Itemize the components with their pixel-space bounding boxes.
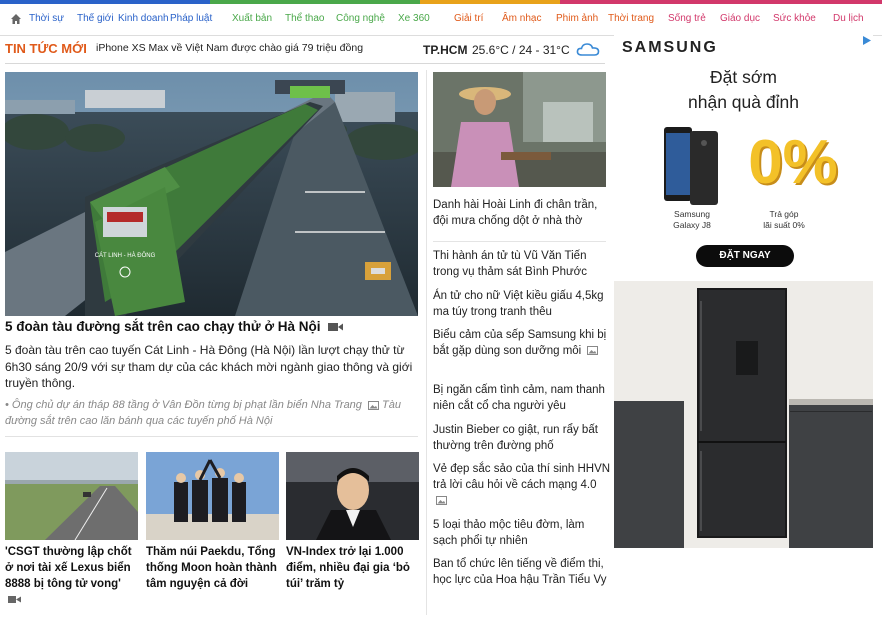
samsung-advertisement[interactable]: SAMSUNG Đặt sớm nhận quà đỉnh Samsung Ga…: [614, 33, 873, 548]
ad-offer-big: 0%: [748, 128, 838, 197]
train-photo: CÁT LINH - HÀ ĐÔNG: [5, 72, 418, 316]
ad-offer-label-2: lãi suất 0%: [763, 220, 805, 230]
news-ticker-bar: TIN TỨC MỚI iPhone XS Max về Việt Nam đư…: [0, 36, 608, 64]
ticker-divider: [5, 63, 605, 64]
main-story-title[interactable]: 5 đoàn tàu đường sắt trên cao chạy thử ở…: [5, 319, 418, 334]
column-separator: [426, 70, 427, 615]
sub-story-1-title[interactable]: 'CSGT thường lập chốt ở nơi tài xế Lexus…: [5, 546, 132, 590]
adchoices-icon[interactable]: [861, 35, 872, 46]
side-list-item-7[interactable]: 5 loại thảo mộc tiêu đờm, làm sạch phổi …: [433, 517, 611, 549]
nav-item-the-gioi[interactable]: Thế giới: [77, 13, 114, 24]
sub-story-2-title[interactable]: Thăm núi Paekdu, Tổng thống Moon hoàn th…: [146, 544, 279, 592]
nav-item-phim-anh[interactable]: Phim ảnh: [556, 13, 598, 24]
sub-story-1-image[interactable]: [5, 452, 138, 540]
fridge-kitchen-image: [614, 281, 873, 548]
weather-temperature: 25.6°C / 24 - 31°C: [472, 43, 570, 57]
ad-installment-label: Trả góp lãi suất 0%: [754, 209, 814, 231]
category-color-bar: [0, 0, 882, 4]
ad-offer-graphic: 0%: [748, 121, 838, 205]
hero-separator: [5, 436, 418, 437]
side-list-item-3-text[interactable]: Biểu cảm của sếp Samsung khi bị bắt gặp …: [433, 329, 606, 357]
ticker-headline-link[interactable]: iPhone XS Max về Việt Nam được chào giá …: [96, 42, 363, 54]
photo-icon: [587, 346, 599, 356]
nav-item-xuat-ban[interactable]: Xuất bản: [232, 13, 272, 24]
side-list-item-6[interactable]: Vẻ đẹp sắc sảo của thí sinh HHVN trả lời…: [433, 461, 611, 509]
nav-item-giai-tri[interactable]: Giải trí: [454, 13, 483, 24]
nav-item-thoi-trang[interactable]: Thời trang: [608, 13, 654, 24]
nav-item-cong-nghe[interactable]: Công nghệ: [336, 13, 385, 24]
video-camera-icon: [328, 323, 344, 332]
main-story-related-links: • Ông chủ dự án tháp 88 tầng ở Vân Đồn t…: [5, 398, 417, 429]
sub-story-2[interactable]: Thăm núi Paekdu, Tổng thống Moon hoàn th…: [146, 452, 279, 592]
sub-story-2-image[interactable]: [146, 452, 279, 540]
related-link-1[interactable]: • Ông chủ dự án tháp 88 tầng ở Vân Đồn t…: [5, 399, 362, 411]
nav-item-kinh-doanh[interactable]: Kinh doanh: [118, 13, 169, 24]
video-camera-icon: [8, 596, 21, 604]
nav-item-phap-luat[interactable]: Pháp luật: [170, 13, 212, 24]
nav-item-xe-360[interactable]: Xe 360: [398, 13, 430, 24]
ad-offer-label-1: Trả góp: [769, 209, 799, 219]
leaders-photo: [146, 452, 279, 540]
weather-city[interactable]: TP.HCM: [423, 43, 467, 57]
train-sign-text: CÁT LINH - HÀ ĐÔNG: [95, 252, 156, 259]
main-story-title-text[interactable]: 5 đoàn tàu đường sắt trên cao chạy thử ở…: [5, 319, 321, 334]
nav-item-the-thao[interactable]: Thể thao: [285, 13, 324, 24]
side-list-item-2[interactable]: Án tử cho nữ Việt kiều giấu 4,5kg ma túy…: [433, 288, 611, 320]
latest-news-label: TIN TỨC MỚI: [5, 41, 87, 56]
top-navigation: Thời sự Thế giới Kinh doanh Pháp luật Xu…: [0, 0, 882, 36]
side-list-item-6-text[interactable]: Vẻ đẹp sắc sảo của thí sinh HHVN trả lời…: [433, 463, 610, 491]
nav-item-suc-khoe[interactable]: Sức khỏe: [773, 13, 816, 24]
ad-headline-2: nhận quà đỉnh: [688, 92, 799, 112]
main-story-image[interactable]: CÁT LINH - HÀ ĐÔNG: [5, 72, 418, 316]
nav-item-am-nhac[interactable]: Âm nhạc: [502, 13, 541, 24]
comedian-photo: [433, 72, 606, 187]
sub-story-3-image[interactable]: [286, 452, 419, 540]
sub-story-3-title[interactable]: VN-Index trở lại 1.000 điểm, nhiều đại g…: [286, 544, 419, 592]
ad-order-now-button[interactable]: ĐẶT NGAY: [696, 245, 794, 267]
side-story-image[interactable]: [433, 72, 606, 187]
ad-phone-label-1: Samsung: [674, 209, 710, 219]
side-list-item-8[interactable]: Ban tổ chức lên tiếng về điểm thi, học l…: [433, 556, 611, 588]
ad-phone-label-2: Galaxy J8: [673, 220, 711, 230]
road-photo: [5, 452, 138, 540]
sub-story-3[interactable]: VN-Index trở lại 1.000 điểm, nhiều đại g…: [286, 452, 419, 592]
photo-icon: [367, 400, 379, 410]
side-story-first-title[interactable]: Danh hài Hoài Linh đi chân trần, đội mưa…: [433, 197, 608, 229]
photo-icon: [436, 496, 447, 506]
ad-headline-1: Đặt sớm: [710, 67, 777, 87]
home-icon[interactable]: [10, 13, 22, 25]
side-list-item-3[interactable]: Biểu cảm của sếp Samsung khi bị bắt gặp …: [433, 327, 611, 359]
nav-item-song-tre[interactable]: Sống trẻ: [668, 13, 706, 24]
side-separator: [433, 241, 606, 242]
side-list-item-5[interactable]: Justin Bieber co giật, run rẩy bất thườn…: [433, 422, 611, 454]
nav-item-du-lich[interactable]: Du lịch: [833, 13, 864, 24]
ad-phone-label: Samsung Galaxy J8: [654, 209, 730, 231]
ad-brand-logo: SAMSUNG: [622, 39, 718, 56]
main-story-description: 5 đoàn tàu trên cao tuyến Cát Linh - Hà …: [5, 343, 413, 390]
nav-item-giao-duc[interactable]: Giáo dục: [720, 13, 760, 24]
businessman-photo: [286, 452, 419, 540]
sub-story-1[interactable]: 'CSGT thường lập chốt ở nơi tài xế Lexus…: [5, 452, 138, 608]
cloud-icon: [576, 43, 600, 56]
nav-item-thoi-su[interactable]: Thời sự: [29, 13, 64, 24]
phone-illustration: [664, 127, 718, 205]
side-list-item-1[interactable]: Thi hành án tử tù Vũ Văn Tiến trong vụ t…: [433, 248, 611, 280]
side-list-item-4[interactable]: Bị ngăn cấm tình cảm, nam thanh niên cắt…: [433, 382, 611, 414]
